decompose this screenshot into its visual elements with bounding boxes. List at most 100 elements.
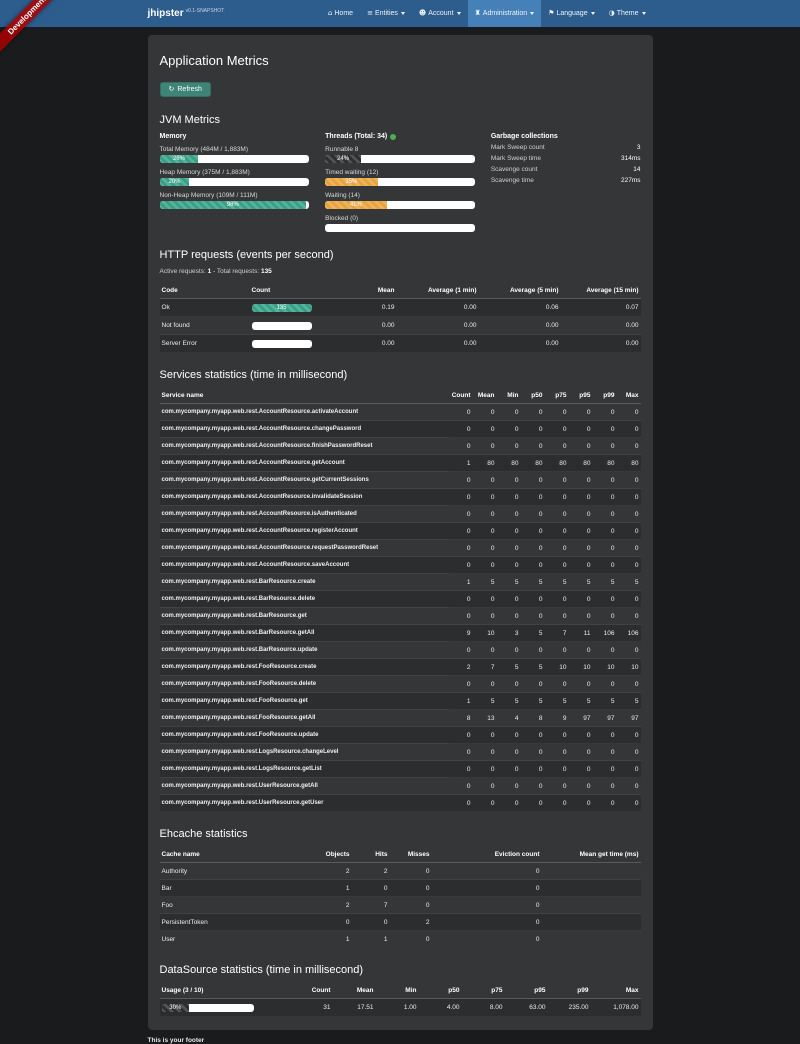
gc-label: Mark Sweep count (491, 144, 545, 151)
service-p99: 0 (593, 421, 617, 438)
metrics-panel: Application Metrics ↻ Refresh JVM Metric… (148, 35, 653, 1030)
http-avg1: 0.00 (397, 335, 479, 353)
gc-label: Scavenge count (491, 166, 538, 173)
service-min: 0 (497, 472, 521, 489)
metric-label: Non-Heap Memory (109M / 111M) (160, 192, 310, 199)
table-row: Foo 2 7 0 0 (160, 897, 641, 914)
service-p50: 0 (521, 489, 545, 506)
service-name: com.mycompany.myapp.web.rest.AccountReso… (160, 506, 449, 523)
gc-label: Mark Sweep time (491, 155, 541, 162)
service-min: 0 (497, 523, 521, 540)
service-name: com.mycompany.myapp.web.rest.AccountReso… (160, 557, 449, 574)
progress-text: 135 (276, 305, 286, 311)
http-code: Not found (160, 317, 250, 335)
service-p75: 9 (545, 710, 569, 727)
active-requests-value: 1 (208, 268, 212, 275)
ds-p50: 4.00 (419, 999, 462, 1017)
service-name: com.mycompany.myapp.web.rest.AccountReso… (160, 438, 449, 455)
service-count: 0 (449, 761, 473, 778)
metric-label: Heap Memory (375M / 1,883M) (160, 169, 310, 176)
service-mean: 0 (473, 591, 497, 608)
col-header-p50: p50 (419, 983, 462, 999)
service-p99: 106 (593, 625, 617, 642)
service-p75: 5 (545, 574, 569, 591)
service-p75: 80 (545, 455, 569, 472)
service-count: 8 (449, 710, 473, 727)
service-count: 0 (449, 540, 473, 557)
col-header-mean-get-time: Mean get time (ms) (542, 847, 641, 863)
service-name: com.mycompany.myapp.web.rest.UserResourc… (160, 795, 449, 812)
services-table-body: com.mycompany.myapp.web.rest.AccountReso… (160, 404, 641, 812)
service-name: com.mycompany.myapp.web.rest.FooResource… (160, 693, 449, 710)
nav-item-label: Account (428, 10, 453, 17)
service-count: 0 (449, 472, 473, 489)
service-count: 1 (449, 455, 473, 472)
service-mean: 0 (473, 795, 497, 812)
service-p99: 0 (593, 472, 617, 489)
service-max: 106 (617, 625, 641, 642)
services-section-title: Services statistics (time in millisecond… (160, 369, 641, 381)
service-max: 0 (617, 489, 641, 506)
service-mean: 80 (473, 455, 497, 472)
jvm-threads-column: Threads (Total: 34) Runnable 8 24% Timed… (325, 133, 475, 232)
service-min: 5 (497, 693, 521, 710)
service-p99: 0 (593, 795, 617, 812)
gc-value: 14 (633, 166, 640, 173)
service-p95: 0 (569, 591, 593, 608)
threads-info-icon[interactable] (390, 134, 396, 140)
cache-mean-get-time (542, 897, 641, 914)
gc-row: Mark Sweep count 3 (491, 142, 641, 153)
nav-item-label: Administration (483, 10, 527, 17)
nav-item-theme[interactable]: ◑ Theme (602, 0, 653, 27)
service-p75: 0 (545, 744, 569, 761)
service-min: 0 (497, 608, 521, 625)
service-p50: 0 (521, 608, 545, 625)
service-min: 0 (497, 642, 521, 659)
progress-fill: 135 (252, 304, 312, 312)
table-row: com.mycompany.myapp.web.rest.AccountReso… (160, 506, 641, 523)
service-name: com.mycompany.myapp.web.rest.AccountReso… (160, 472, 449, 489)
service-p95: 5 (569, 693, 593, 710)
service-count: 0 (449, 489, 473, 506)
ehcache-section-title: Ehcache statistics (160, 828, 641, 840)
service-p95: 0 (569, 642, 593, 659)
cache-eviction-count: 0 (432, 914, 542, 931)
nav-item-administration[interactable]: ♜ Administration (468, 0, 542, 27)
service-p50: 0 (521, 506, 545, 523)
http-avg1: 0.00 (397, 317, 479, 335)
service-min: 0 (497, 591, 521, 608)
ehcache-table: Cache name Objects Hits Misses Eviction … (160, 847, 641, 947)
gc-label: Scavenge time (491, 177, 534, 184)
brand-link[interactable]: jhipster v0.1-SNAPSHOT (148, 0, 225, 27)
service-mean: 0 (473, 540, 497, 557)
progress-text: 41% (350, 202, 362, 208)
service-p95: 0 (569, 421, 593, 438)
threads-title: Threads (Total: 34) (325, 133, 475, 140)
refresh-button[interactable]: ↻ Refresh (160, 82, 211, 97)
user-icon: ☻ (419, 10, 426, 17)
service-p75: 0 (545, 795, 569, 812)
table-row: com.mycompany.myapp.web.rest.BarResource… (160, 574, 641, 591)
http-avg5: 0.00 (479, 317, 561, 335)
metric-heap-memory: Heap Memory (375M / 1,883M) 20% (160, 169, 310, 186)
col-header-p95: p95 (569, 388, 593, 404)
service-name: com.mycompany.myapp.web.rest.AccountReso… (160, 489, 449, 506)
service-p75: 0 (545, 761, 569, 778)
service-count: 0 (449, 438, 473, 455)
service-mean: 10 (473, 625, 497, 642)
progress-fill: 30% (162, 1004, 190, 1012)
nav-item-language[interactable]: ⚑ Language (541, 0, 601, 27)
service-min: 0 (497, 761, 521, 778)
ds-p95: 63.00 (505, 999, 548, 1017)
service-p50: 0 (521, 642, 545, 659)
service-mean: 0 (473, 438, 497, 455)
nav-item-account[interactable]: ☻ Account (412, 0, 468, 27)
cache-objects: 1 (310, 880, 352, 897)
nav-item-entities[interactable]: ≡ Entities (360, 0, 412, 27)
nav-item-home[interactable]: ⌂ Home (321, 0, 360, 27)
service-p75: 0 (545, 489, 569, 506)
service-p75: 5 (545, 693, 569, 710)
service-min: 80 (497, 455, 521, 472)
col-header-p75: p75 (462, 983, 505, 999)
service-mean: 0 (473, 506, 497, 523)
